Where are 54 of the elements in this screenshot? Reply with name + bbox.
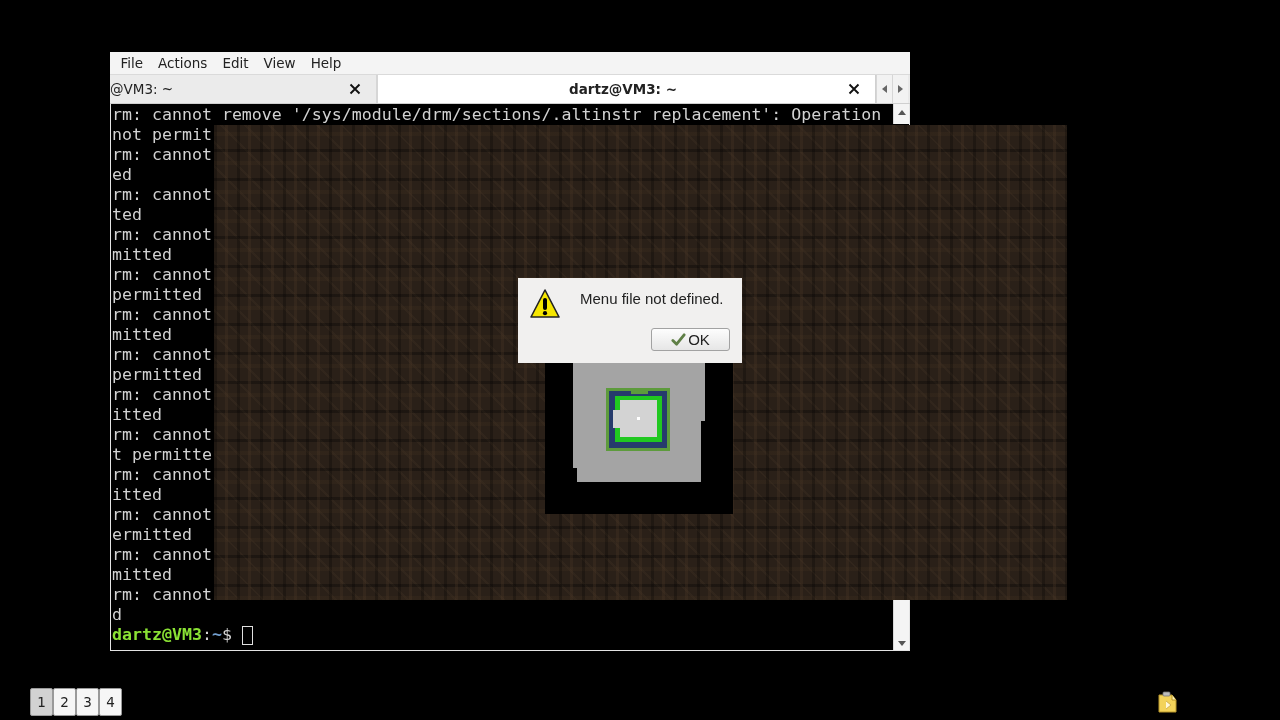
terminal-line: rm: cannot bbox=[112, 305, 212, 325]
terminal-line: rm: cannot bbox=[112, 225, 212, 245]
clipboard-icon[interactable] bbox=[1157, 691, 1177, 713]
warning-icon bbox=[530, 288, 560, 320]
shell-prompt: dartz@VM3:~$ bbox=[112, 625, 233, 645]
caret-down-icon[interactable] bbox=[897, 641, 906, 646]
terminal-line: rm: cannot bbox=[112, 185, 212, 205]
terminal-line: rm: cannot bbox=[112, 425, 212, 445]
workspace-button[interactable]: 3 bbox=[76, 688, 99, 716]
caret-left-icon bbox=[882, 85, 887, 93]
workspace-button[interactable]: 2 bbox=[53, 688, 76, 716]
close-icon[interactable] bbox=[349, 83, 361, 95]
menu-item[interactable]: Help bbox=[303, 54, 349, 72]
terminal-line: not permit bbox=[112, 125, 212, 145]
terminal-line: rm: cannot bbox=[112, 345, 212, 365]
caret-right-icon bbox=[898, 85, 903, 93]
terminal-line: rm: cannot remove '/sys/module/drm/sections/.altinstr replacement': Operation bbox=[112, 105, 882, 125]
terminal-line: rm: cannot bbox=[112, 145, 212, 165]
terminal-line: rm: cannot bbox=[112, 465, 212, 485]
cursor-icon bbox=[241, 625, 253, 645]
terminal-line: ed bbox=[112, 165, 132, 185]
tab[interactable]: @VM3: ~ bbox=[110, 75, 378, 103]
terminal-line: mitted bbox=[112, 565, 172, 585]
workspace-button[interactable]: 4 bbox=[99, 688, 122, 716]
menu-item[interactable]: File bbox=[113, 54, 151, 72]
scroll-up-button[interactable] bbox=[893, 104, 909, 124]
terminal-line: t permitte bbox=[112, 445, 212, 465]
terminal-line: rm: cannot bbox=[112, 505, 212, 525]
terminal-line: itted bbox=[112, 485, 162, 505]
terminal-line: rm: cannot bbox=[112, 585, 212, 605]
menu-item[interactable]: Edit bbox=[214, 54, 257, 72]
scroll-tabs-left-button[interactable] bbox=[876, 75, 892, 103]
terminal-line: rm: cannot bbox=[112, 385, 212, 405]
terminal-line: ermitted bbox=[112, 525, 192, 545]
workspace-button[interactable]: 1 bbox=[30, 688, 53, 716]
terminal-line: itted bbox=[112, 405, 162, 425]
terminal-line: mitted bbox=[112, 325, 172, 345]
tick-icon bbox=[671, 332, 687, 347]
terminal-line: d bbox=[112, 605, 122, 625]
menu-item[interactable]: View bbox=[256, 54, 304, 72]
close-icon[interactable] bbox=[848, 83, 860, 95]
scrollbar[interactable] bbox=[893, 600, 909, 650]
menu-item[interactable]: Actions bbox=[150, 54, 215, 72]
scroll-tabs-right-button[interactable] bbox=[892, 75, 908, 103]
terminal-line: permitted bbox=[112, 365, 202, 385]
terminal-line: permitted bbox=[112, 285, 202, 305]
dialog-message: Menu file not defined. bbox=[580, 290, 724, 307]
terminal-line: ted bbox=[112, 205, 142, 225]
terminal-line: rm: cannot bbox=[112, 265, 212, 285]
ok-button[interactable]: OK bbox=[651, 328, 730, 351]
terminal-line: mitted bbox=[112, 245, 172, 265]
caret-up-icon bbox=[897, 110, 906, 115]
tab[interactable]: dartz@VM3: ~ bbox=[378, 75, 876, 103]
terminal-line: rm: cannot bbox=[112, 545, 212, 565]
